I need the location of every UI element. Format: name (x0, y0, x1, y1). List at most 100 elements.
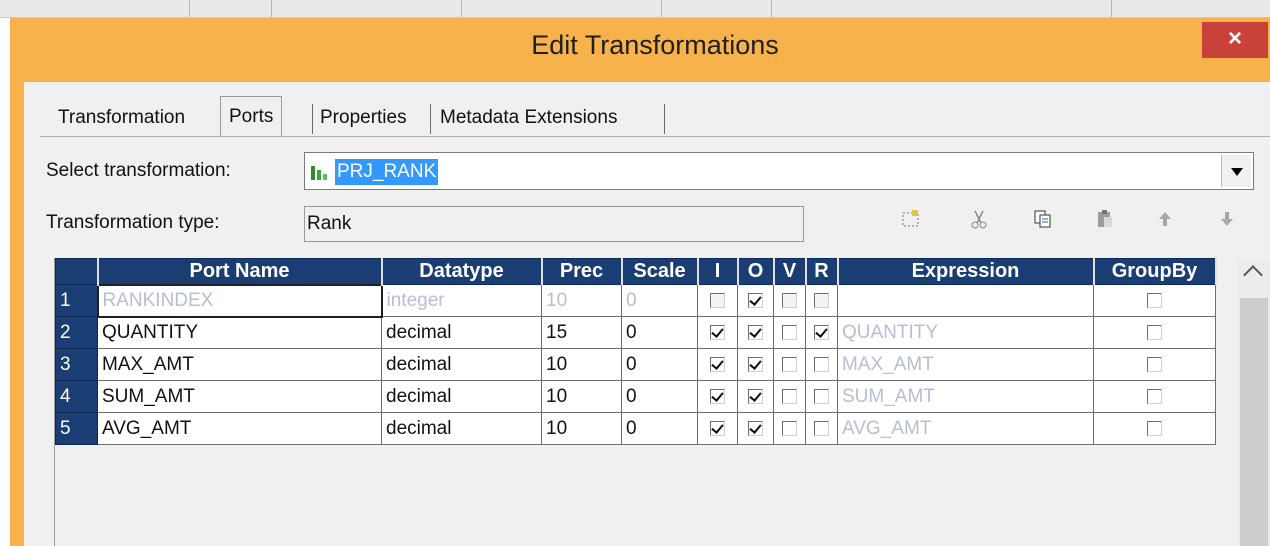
expression-cell[interactable]: AVG_AMT (837, 412, 1094, 445)
title-bar[interactable]: Edit Transformations × (10, 18, 1270, 82)
datatype-cell[interactable]: decimal (381, 380, 542, 413)
vertical-scrollbar[interactable] (1238, 258, 1270, 546)
groupby-checkbox[interactable] (1147, 324, 1162, 340)
row-number[interactable]: 4 (55, 380, 98, 413)
row-number[interactable]: 1 (55, 284, 98, 317)
prec-cell[interactable]: 10 (541, 284, 622, 317)
column-header-variable[interactable]: V (773, 258, 807, 285)
expression-cell[interactable]: MAX_AMT (837, 348, 1094, 381)
column-header-datatype[interactable]: Datatype (381, 258, 543, 285)
new-port-icon[interactable] (896, 208, 926, 238)
groupby-checkbox[interactable] (1147, 292, 1162, 308)
rank-checkbox[interactable] (814, 356, 829, 372)
row-number[interactable]: 5 (55, 412, 98, 445)
scale-cell[interactable]: 0 (621, 316, 698, 349)
row-number[interactable]: 2 (55, 316, 98, 349)
port-name-cell[interactable]: SUM_AMT (97, 380, 382, 413)
port-name-cell[interactable]: AVG_AMT (97, 412, 382, 445)
input-checkbox[interactable] (710, 356, 725, 372)
table-row[interactable]: 1 RANKINDEX integer 10 0 (55, 283, 1216, 318)
column-header-prec[interactable]: Prec (541, 258, 623, 285)
datatype-cell[interactable]: integer (381, 284, 542, 317)
prec-cell[interactable]: 10 (541, 412, 622, 445)
input-checkbox[interactable] (710, 292, 725, 308)
cut-icon[interactable] (964, 208, 994, 238)
move-up-icon[interactable] (1150, 208, 1180, 238)
scale-cell[interactable]: 0 (621, 412, 698, 445)
variable-checkbox-cell (773, 348, 806, 381)
variable-checkbox[interactable] (782, 388, 797, 404)
tab-transformation[interactable]: Transformation (50, 100, 193, 134)
variable-checkbox[interactable] (782, 420, 797, 436)
port-name-cell[interactable]: RANKINDEX (96, 283, 383, 318)
output-checkbox-cell (737, 316, 774, 349)
output-checkbox[interactable] (748, 420, 763, 436)
prec-cell[interactable]: 10 (541, 380, 622, 413)
datatype-cell[interactable]: decimal (381, 348, 542, 381)
datatype-cell[interactable]: decimal (381, 316, 542, 349)
groupby-checkbox[interactable] (1147, 356, 1162, 372)
column-header-output[interactable]: O (737, 258, 775, 285)
output-checkbox-cell (737, 412, 774, 445)
groupby-checkbox-cell (1093, 284, 1216, 317)
expression-cell[interactable]: QUANTITY (837, 316, 1094, 349)
output-checkbox[interactable] (748, 356, 763, 372)
column-header-groupby[interactable]: GroupBy (1093, 258, 1217, 285)
column-header-port-name[interactable]: Port Name (97, 258, 383, 285)
rank-checkbox[interactable] (814, 292, 829, 308)
groupby-checkbox[interactable] (1147, 388, 1162, 404)
column-header-scale[interactable]: Scale (621, 258, 699, 285)
rank-checkbox[interactable] (814, 388, 829, 404)
table-row[interactable]: 3 MAX_AMT decimal 10 0 MAX_AMT (55, 348, 1216, 381)
column-header-expression[interactable]: Expression (837, 258, 1095, 285)
scale-cell[interactable]: 0 (621, 380, 698, 413)
scale-cell[interactable]: 0 (621, 348, 698, 381)
output-checkbox-cell (737, 380, 774, 413)
port-name-cell[interactable]: QUANTITY (97, 316, 382, 349)
tab-properties[interactable]: Properties (312, 100, 415, 134)
select-transformation-dropdown[interactable]: PRJ_RANK (304, 152, 1254, 190)
edit-transformations-dialog: Edit Transformations × Transformation Po… (10, 18, 1270, 546)
variable-checkbox-cell (773, 412, 806, 445)
scale-cell[interactable]: 0 (621, 284, 698, 317)
tab-metadata-extensions[interactable]: Metadata Extensions (432, 100, 625, 134)
expression-cell[interactable]: SUM_AMT (837, 380, 1094, 413)
table-row[interactable]: 2 QUANTITY decimal 15 0 QUANTITY (55, 316, 1216, 349)
tab-separator (430, 104, 431, 134)
copy-icon[interactable] (1028, 208, 1058, 238)
input-checkbox[interactable] (710, 420, 725, 436)
background-cell (190, 0, 272, 17)
table-row[interactable]: 4 SUM_AMT decimal 10 0 SUM_AMT (55, 380, 1216, 413)
close-button[interactable]: × (1202, 22, 1268, 58)
output-checkbox[interactable] (748, 388, 763, 404)
move-down-icon[interactable] (1212, 208, 1242, 238)
scroll-up-icon[interactable] (1243, 265, 1263, 285)
output-checkbox[interactable] (748, 324, 763, 340)
prec-cell[interactable]: 10 (541, 348, 622, 381)
input-checkbox-cell (697, 316, 738, 349)
tab-ports[interactable]: Ports (220, 96, 283, 136)
input-checkbox[interactable] (710, 388, 725, 404)
transformation-type-label: Transformation type: (46, 212, 220, 233)
column-header-rank[interactable]: R (805, 258, 839, 285)
groupby-checkbox[interactable] (1147, 420, 1162, 436)
output-checkbox[interactable] (748, 292, 763, 308)
variable-checkbox[interactable] (782, 356, 797, 372)
table-row[interactable]: 5 AVG_AMT decimal 10 0 AVG_AMT (55, 412, 1216, 445)
prec-cell[interactable]: 15 (541, 316, 622, 349)
scrollbar-thumb[interactable] (1240, 298, 1268, 546)
rank-checkbox[interactable] (814, 420, 829, 436)
expression-cell[interactable] (837, 284, 1094, 317)
port-name-cell[interactable]: MAX_AMT (97, 348, 382, 381)
variable-checkbox[interactable] (782, 324, 797, 340)
transformation-type-field: Rank (304, 206, 804, 242)
paste-icon[interactable] (1090, 208, 1120, 238)
row-number[interactable]: 3 (55, 348, 98, 381)
rank-transformation-icon (311, 166, 327, 180)
variable-checkbox[interactable] (782, 292, 797, 308)
column-header-input[interactable]: I (697, 258, 739, 285)
rank-checkbox[interactable] (814, 324, 829, 340)
datatype-cell[interactable]: decimal (381, 412, 542, 445)
dropdown-arrow-button[interactable] (1221, 155, 1251, 187)
input-checkbox[interactable] (710, 324, 725, 340)
